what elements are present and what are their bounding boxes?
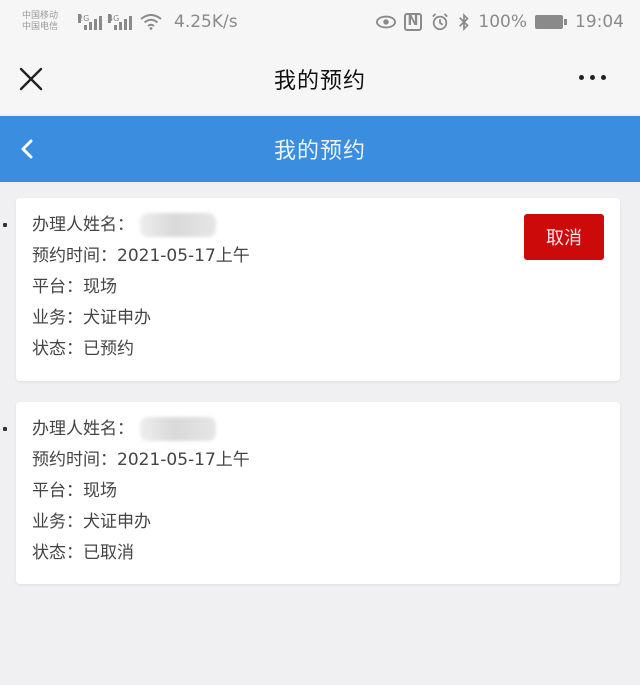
sim1-generation: 2G: [78, 14, 90, 23]
reservation-card: 办理人姓名： 预约时间：2021-05-17上午 平台：现场 业务：犬证申办 状…: [3, 402, 620, 584]
business-label: 业务：: [32, 308, 83, 328]
signal-sim2-icon: 4G: [108, 14, 132, 30]
nfc-icon: N: [403, 13, 423, 31]
applicant-name-label: 办理人姓名：: [32, 215, 134, 235]
reservation-card: 办理人姓名： 预约时间：2021-05-17上午 平台：现场 业务：犬证申办 状…: [3, 198, 620, 381]
status-bar: 中国移动 中国电信 2G 4G 4.25K/s N 100% 19:04: [0, 0, 640, 44]
applicant-name-label: 办理人姓名：: [32, 419, 134, 439]
clock-time: 19:04: [575, 12, 624, 32]
business-value: 犬证申办: [83, 308, 151, 328]
page-header: 我的预约: [0, 116, 640, 182]
wechat-nav-bar: 我的预约: [0, 44, 640, 114]
status-label: 状态：: [32, 543, 83, 563]
platform-row: 平台：现场: [32, 476, 620, 507]
business-value: 犬证申办: [83, 512, 151, 532]
network-speed: 4.25K/s: [174, 12, 238, 32]
signal-sim1-icon: 2G: [78, 14, 102, 30]
business-row: 业务：犬证申办: [32, 507, 620, 538]
bluetooth-icon: [459, 13, 470, 31]
eye-icon: [375, 15, 396, 29]
carrier-labels: 中国移动 中国电信: [22, 11, 76, 33]
battery-percent: 100%: [478, 12, 527, 32]
page-title: 我的预约: [273, 139, 366, 164]
platform-value: 现场: [83, 481, 117, 501]
carrier-2: 中国电信: [22, 22, 59, 32]
business-row: 业务：犬证申办: [32, 303, 620, 334]
status-row: 状态：已取消: [32, 538, 620, 569]
wifi-icon: [140, 14, 162, 30]
business-label: 业务：: [32, 512, 83, 532]
platform-label: 平台：: [32, 277, 83, 297]
reservation-time-row: 预约时间：2021-05-17上午: [32, 445, 620, 476]
list-bullet: [3, 427, 7, 431]
status-row: 状态：已预约: [32, 334, 620, 365]
applicant-name-redacted: [140, 417, 216, 441]
wechat-nav-title: 我的预约: [273, 69, 366, 94]
carrier-1: 中国移动: [22, 11, 59, 21]
list-bullet: [3, 223, 7, 227]
battery-icon: [535, 15, 567, 29]
alarm-icon: [432, 13, 449, 31]
applicant-name-row: 办理人姓名：: [32, 414, 620, 445]
platform-row: 平台：现场: [32, 272, 620, 303]
status-right: N 100% 19:04: [375, 12, 624, 32]
reservation-time-value: 2021-05-17上午: [117, 246, 250, 266]
platform-value: 现场: [83, 277, 117, 297]
cancel-button[interactable]: 取消: [524, 214, 604, 260]
reservation-time-label: 预约时间：: [32, 450, 117, 470]
sim2-generation: 4G: [108, 14, 120, 23]
status-value: 已预约: [83, 339, 134, 359]
chevron-left-icon[interactable]: [14, 135, 42, 163]
status-value: 已取消: [83, 543, 134, 563]
platform-label: 平台：: [32, 481, 83, 501]
applicant-name-redacted: [140, 213, 216, 237]
status-label: 状态：: [32, 339, 83, 359]
reservation-time-value: 2021-05-17上午: [117, 450, 250, 470]
screen: 中国移动 中国电信 2G 4G 4.25K/s N 100% 19:04 我的预…: [0, 0, 640, 685]
close-icon[interactable]: [18, 66, 44, 92]
more-icon[interactable]: [579, 75, 606, 80]
reservation-time-label: 预约时间：: [32, 246, 117, 266]
